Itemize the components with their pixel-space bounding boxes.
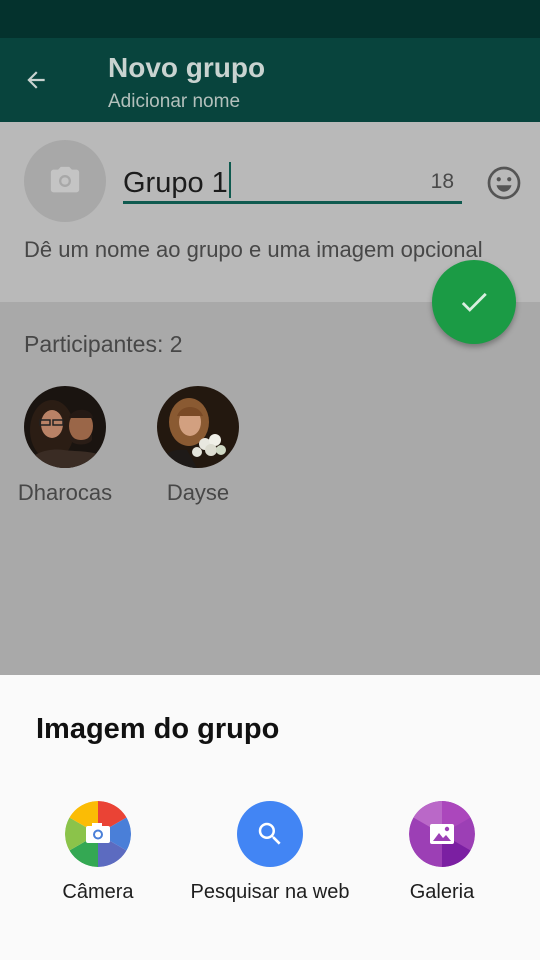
group-name-value: Grupo 1 [123, 167, 228, 199]
app-bar: Novo grupo Adicionar nome [0, 38, 540, 122]
status-bar [0, 0, 540, 38]
group-photo-button[interactable] [24, 140, 106, 222]
text-caret [228, 162, 231, 198]
group-name-value-wrap: Grupo 1 [123, 162, 231, 200]
option-camera[interactable]: Câmera [13, 801, 183, 904]
gallery-icon [409, 801, 475, 867]
camera-icon [50, 166, 80, 193]
page-title: Novo grupo [108, 52, 266, 83]
avatar [157, 386, 239, 468]
option-label: Pesquisar na web [190, 881, 350, 903]
option-label: Câmera [62, 881, 134, 903]
avatar [24, 386, 106, 468]
group-image-sheet: Imagem do grupo Câmera Pesquisar na web … [0, 675, 540, 960]
participant-name: Dayse [166, 480, 230, 505]
check-icon [461, 292, 487, 312]
option-label: Galeria [409, 881, 475, 903]
participants-count: Participantes: 2 [24, 331, 183, 357]
back-button[interactable] [14, 58, 58, 102]
page-subtitle: Adicionar nome [108, 91, 241, 112]
emoji-button[interactable] [486, 165, 522, 201]
group-name-field[interactable]: Grupo 1 18 [123, 158, 462, 204]
sheet-title: Imagem do grupo [36, 713, 280, 745]
camera-app-icon [65, 801, 131, 867]
search-icon [237, 801, 303, 867]
participant-dayse[interactable]: Dayse [133, 386, 263, 506]
option-web-search[interactable]: Pesquisar na web [185, 801, 355, 904]
arrow-back-icon [27, 71, 45, 89]
participant-name: Dharocas [17, 480, 113, 505]
participant-dharocas[interactable]: Dharocas [0, 386, 130, 506]
confirm-button[interactable] [432, 260, 516, 344]
emoji-icon [487, 166, 521, 200]
option-gallery[interactable]: Galeria [357, 801, 527, 904]
group-name-hint: Dê um nome ao grupo e uma imagem opciona… [24, 237, 483, 262]
char-counter: 18 [430, 170, 454, 193]
